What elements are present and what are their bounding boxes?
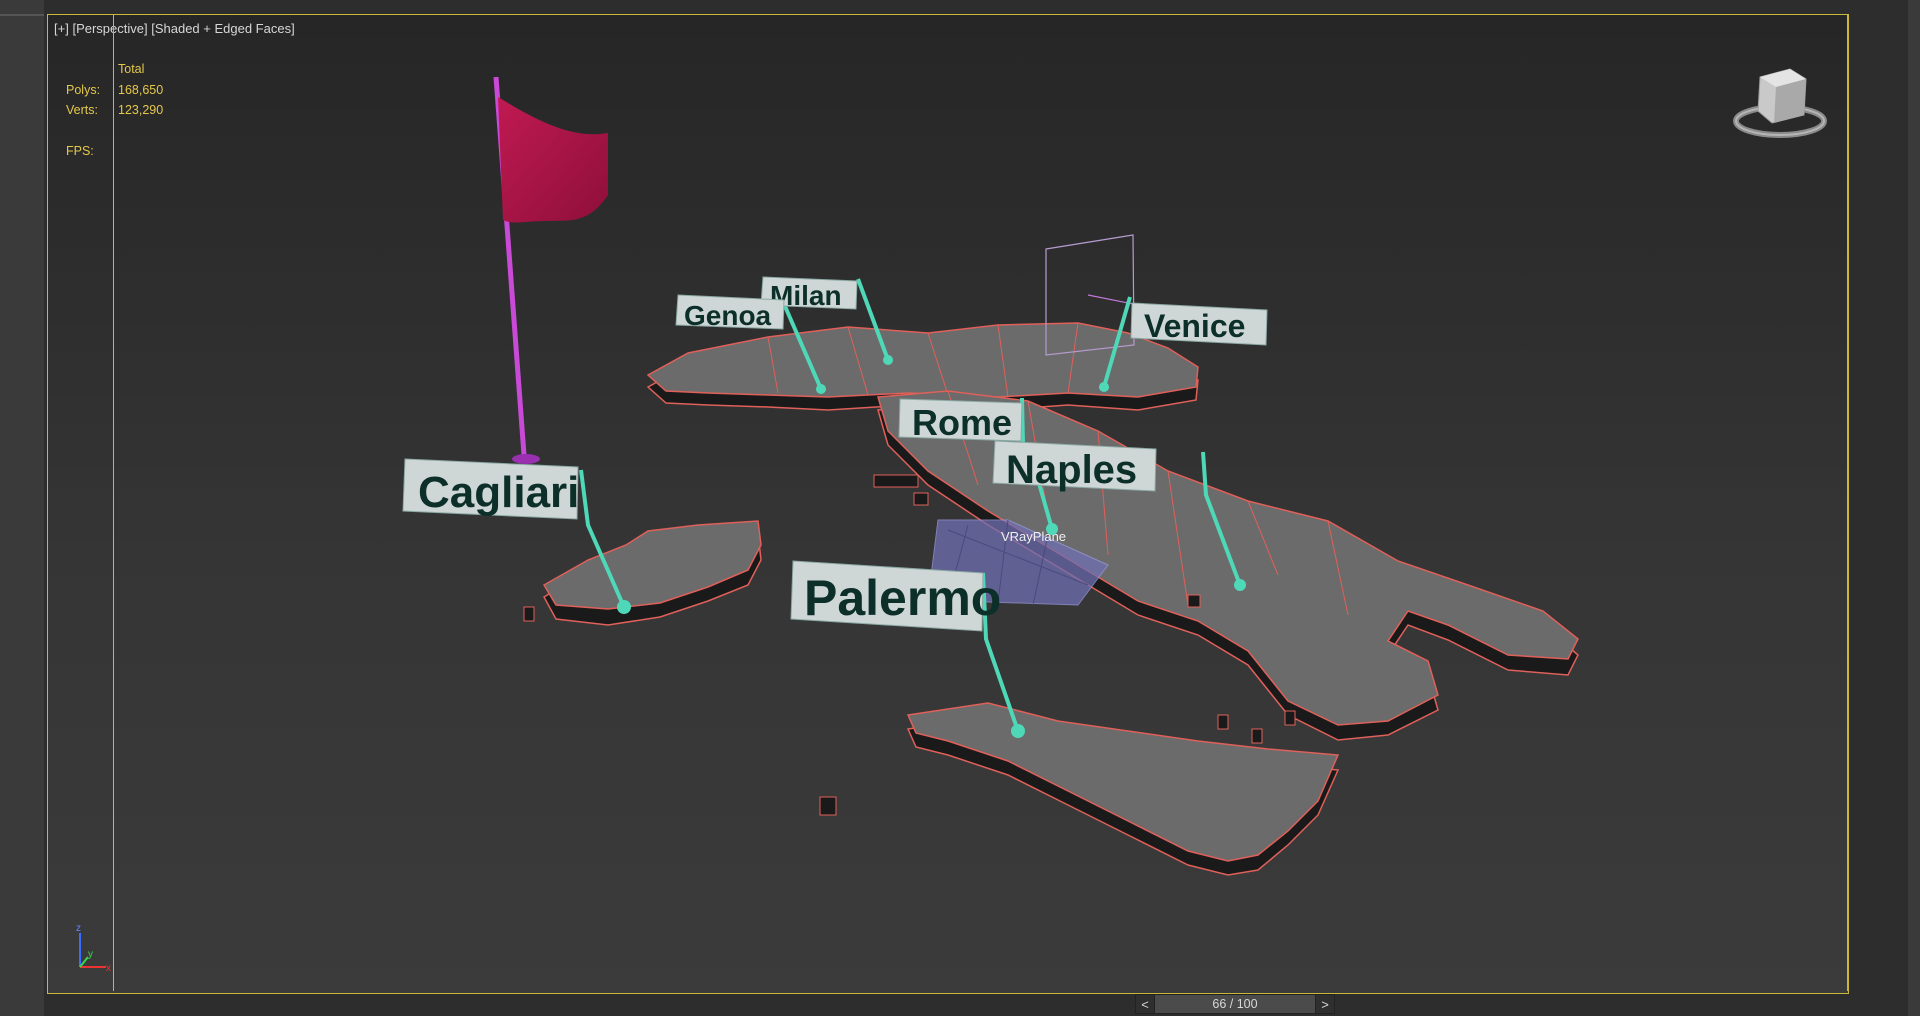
left-strip-divider (0, 14, 44, 16)
sicily-island[interactable] (906, 702, 1340, 876)
svg-text:x: x (106, 963, 111, 974)
timeline-frame-indicator[interactable]: 66 / 100 (1155, 994, 1315, 1014)
timeline-next-button[interactable]: > (1315, 994, 1335, 1014)
axis-tripod-icon: z y x (76, 923, 111, 974)
city-label-cagliari[interactable]: Cagliari (402, 458, 579, 520)
svg-text:Naples: Naples (1006, 448, 1137, 492)
timeline-prev-button[interactable]: < (1135, 994, 1155, 1014)
svg-text:Rome: Rome (912, 402, 1012, 443)
sardinia-island[interactable] (542, 520, 762, 626)
svg-text:Venice: Venice (1144, 308, 1245, 344)
svg-text:y: y (88, 949, 93, 960)
city-label-naples[interactable]: Naples (992, 440, 1157, 492)
viewcube-icon[interactable] (1732, 59, 1828, 145)
city-label-rome[interactable]: Rome (898, 398, 1023, 443)
perspective-viewport[interactable]: [+] [Perspective] [Shaded + Edged Faces]… (47, 14, 1849, 994)
city-label-palermo[interactable]: Palermo (790, 560, 1001, 632)
flag-marker[interactable] (493, 76, 608, 464)
svg-text:z: z (76, 923, 81, 934)
scene-canvas[interactable]: VRayPlane Milan Genoa Venice Rome Naples… (48, 15, 1848, 993)
left-toolbar-strip (0, 0, 44, 1016)
svg-text:Cagliari: Cagliari (418, 468, 579, 517)
time-slider[interactable]: < 66 / 100 > (1135, 993, 1335, 1015)
svg-text:Palermo: Palermo (804, 570, 1001, 626)
right-toolbar-strip (1908, 0, 1920, 1016)
svg-text:Genoa: Genoa (684, 300, 772, 331)
city-label-venice[interactable]: Venice (1130, 302, 1268, 346)
city-label-genoa[interactable]: Genoa (675, 294, 785, 331)
